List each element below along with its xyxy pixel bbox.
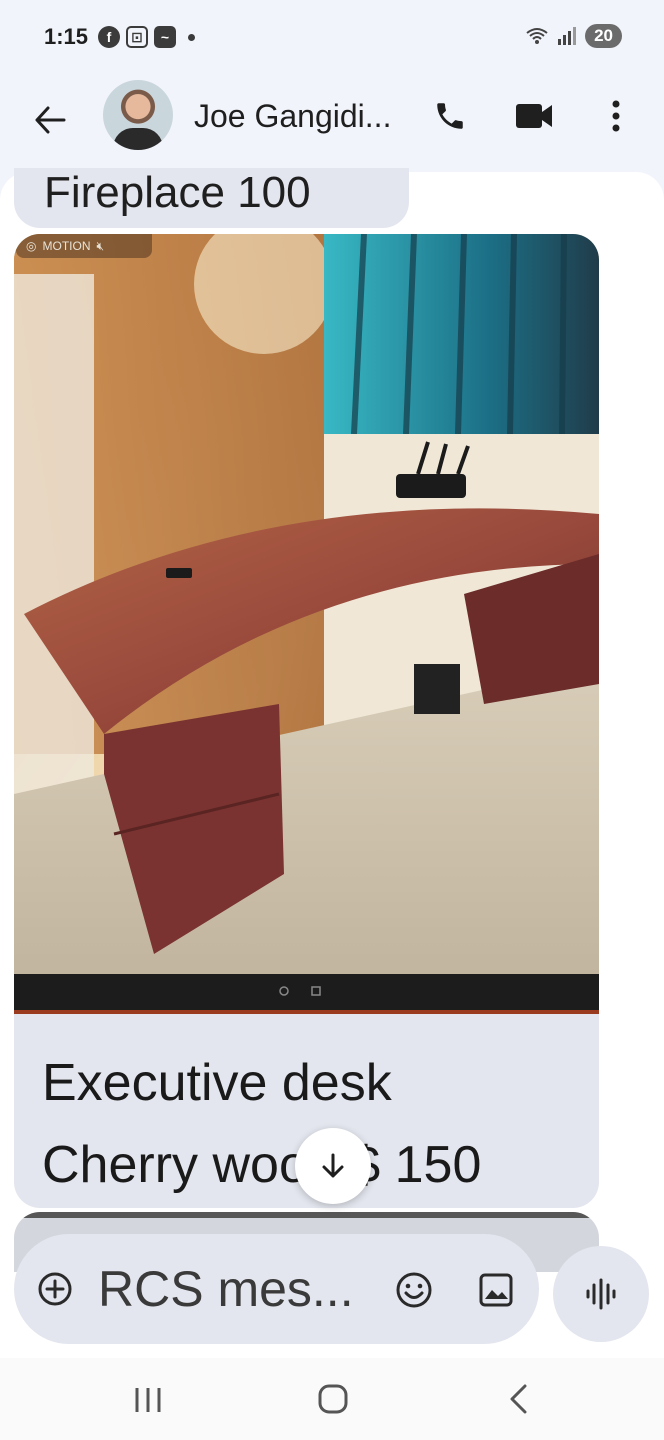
message-list[interactable]: Fireplace 100 ◎ MOTION 🔇︎ Executive desk… <box>0 168 664 1358</box>
mute-icon: 🔇︎ <box>96 238 105 253</box>
call-button[interactable] <box>428 94 472 138</box>
video-camera-icon <box>516 104 552 128</box>
motion-icon: ◎ <box>26 239 37 253</box>
voice-message-button[interactable] <box>553 1246 649 1342</box>
message-photo[interactable]: ◎ MOTION 🔇︎ <box>14 234 599 1014</box>
video-call-button[interactable] <box>510 94 558 138</box>
motion-badge: ◎ MOTION 🔇︎ <box>16 234 152 258</box>
message-text: Executive desk Cherry wood $ 150 <box>42 1054 482 1194</box>
previous-message-text: Fireplace 100 <box>44 168 311 217</box>
message-bubble[interactable]: ◎ MOTION 🔇︎ Executive desk Cherry wood $… <box>14 234 599 1208</box>
scroll-to-bottom-button[interactable] <box>295 1128 371 1204</box>
signal-icon <box>558 27 577 45</box>
recents-icon <box>135 1388 161 1412</box>
gallery-button[interactable] <box>476 1270 516 1310</box>
app-icon: ~ <box>154 26 176 48</box>
image-icon <box>479 1273 513 1307</box>
back-icon <box>510 1384 527 1414</box>
previous-message-bubble[interactable]: Fireplace 100 <box>14 168 409 228</box>
compose-field[interactable] <box>14 1234 539 1344</box>
motion-label: MOTION <box>42 239 91 253</box>
attach-button[interactable] <box>36 1270 74 1308</box>
more-notifications-dot <box>188 33 195 41</box>
emoji-icon <box>396 1272 432 1308</box>
add-circle-icon <box>38 1272 72 1306</box>
status-time: 1:15 <box>44 24 89 49</box>
status-bar: 1:15 f ⊡ ~ 20 <box>0 0 664 76</box>
avatar-shirt <box>113 128 163 150</box>
recents-button[interactable] <box>128 1380 168 1420</box>
notification-icons: f ⊡ ~ <box>98 26 195 48</box>
audio-wave-icon <box>586 1278 616 1310</box>
battery-badge: 20 <box>585 24 622 48</box>
more-options-button[interactable] <box>596 94 636 138</box>
back-arrow-icon <box>35 106 66 134</box>
phone-icon <box>437 103 463 129</box>
home-icon <box>318 1384 348 1414</box>
desk-photo-illustration <box>14 234 599 1014</box>
emoji-button[interactable] <box>394 1270 434 1310</box>
back-button[interactable] <box>28 98 72 142</box>
system-status: 20 <box>525 24 622 48</box>
compose-bar <box>0 1230 664 1358</box>
avatar[interactable] <box>103 80 173 150</box>
home-button[interactable] <box>312 1378 354 1420</box>
system-navigation-bar <box>0 1358 664 1440</box>
conversation-header: Joe Gangidi... <box>0 76 664 168</box>
more-vert-icon <box>612 100 620 132</box>
contact-name[interactable]: Joe Gangidi... <box>194 98 391 135</box>
message-input[interactable] <box>98 1256 378 1322</box>
facebook-icon: f <box>98 26 120 48</box>
nav-back-button[interactable] <box>498 1378 540 1420</box>
conversation-area[interactable]: Fireplace 100 ◎ MOTION 🔇︎ Executive desk… <box>0 168 664 1358</box>
wifi-icon <box>526 28 548 44</box>
screenshot-icon: ⊡ <box>126 26 148 48</box>
arrow-down-icon <box>322 1153 344 1178</box>
